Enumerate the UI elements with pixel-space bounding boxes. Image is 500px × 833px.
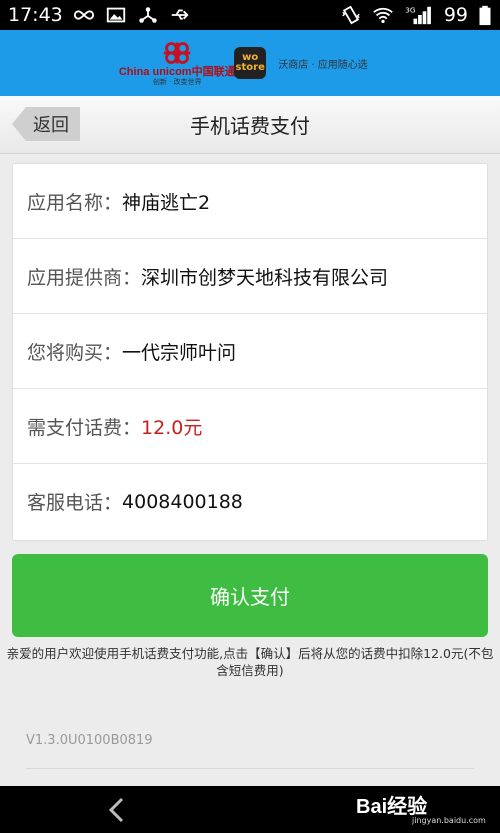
watermark: Bai经验 (356, 796, 428, 818)
status-bar: 17:43 3G 99 (0, 0, 500, 30)
info-row-item: 您将购买： 一代宗师叶问 (13, 314, 487, 389)
info-label: 应用名称： (27, 191, 123, 214)
battery-icon (478, 4, 492, 26)
signal-icon: 3G (404, 4, 434, 26)
wo-store-logo: wo store (234, 47, 267, 79)
info-label: 您将购买： (27, 341, 123, 364)
info-label: 应用提供商： (27, 266, 142, 289)
info-value: 4008400188 (122, 490, 243, 513)
divider (26, 768, 474, 769)
unicom-knot-icon (163, 41, 191, 64)
info-label: 客服电话： (27, 492, 123, 514)
payment-info-card: 应用名称： 神庙逃亡2 应用提供商： 深圳市创梦天地科技有限公司 您将购买： 一… (12, 163, 488, 541)
status-left: 17:43 (8, 4, 191, 26)
share-icon (137, 4, 159, 26)
version-text: V1.3.0U0100B0819 (26, 733, 153, 748)
brand-banner: China unicom中国联通 创新 · 改变世界 wo store 沃商店 … (0, 30, 500, 96)
wo-tagline: 沃商店 · 应用随心选 (278, 59, 368, 71)
notice-text: 亲爱的用户欢迎使用手机话费支付功能,点击【确认】后将从您的话费中扣除12.0元(… (6, 646, 494, 678)
info-row-app-name: 应用名称： 神庙逃亡2 (13, 164, 487, 239)
wifi-icon (372, 4, 394, 26)
image-icon (105, 4, 127, 26)
brand-inner: China unicom中国联通 创新 · 改变世界 wo store 沃商店 … (119, 33, 368, 93)
unicom-name: China unicom中国联通 (118, 65, 236, 78)
info-row-provider: 应用提供商： 深圳市创梦天地科技有限公司 (13, 239, 487, 314)
info-value: 神庙逃亡2 (122, 191, 211, 214)
status-right: 3G 99 (340, 4, 492, 26)
usb-icon (169, 4, 191, 26)
vibrate-icon (340, 4, 362, 26)
unicom-slogan: 创新 · 改变世界 (152, 77, 202, 86)
confirm-pay-button[interactable]: 确认支付 (12, 554, 488, 637)
network-type: 3G (405, 5, 416, 14)
nav-bar: Bai经验 jingyan.baidu.com (0, 786, 500, 833)
watermark-sub: jingyan.baidu.com (412, 816, 486, 825)
unicom-logo: China unicom中国联通 创新 · 改变世界 (119, 40, 236, 87)
battery-level: 99 (443, 4, 468, 26)
infinity-icon (73, 4, 95, 26)
status-time: 17:43 (8, 4, 63, 26)
nav-back-icon[interactable] (104, 796, 130, 824)
back-button[interactable]: 返回 (12, 107, 80, 141)
info-label: 需支付话费： (27, 416, 142, 439)
info-row-phone: 客服电话： 4008400188 (13, 464, 487, 539)
title-bar: 返回 手机话费支付 (0, 96, 500, 154)
info-row-fee: 需支付话费： 12.0元 (13, 389, 487, 464)
page-title: 手机话费支付 (190, 114, 310, 138)
info-value: 深圳市创梦天地科技有限公司 (141, 266, 389, 289)
fee-value: 12.0元 (141, 416, 203, 439)
back-label: 返回 (33, 115, 69, 136)
info-value: 一代宗师叶问 (122, 341, 237, 364)
